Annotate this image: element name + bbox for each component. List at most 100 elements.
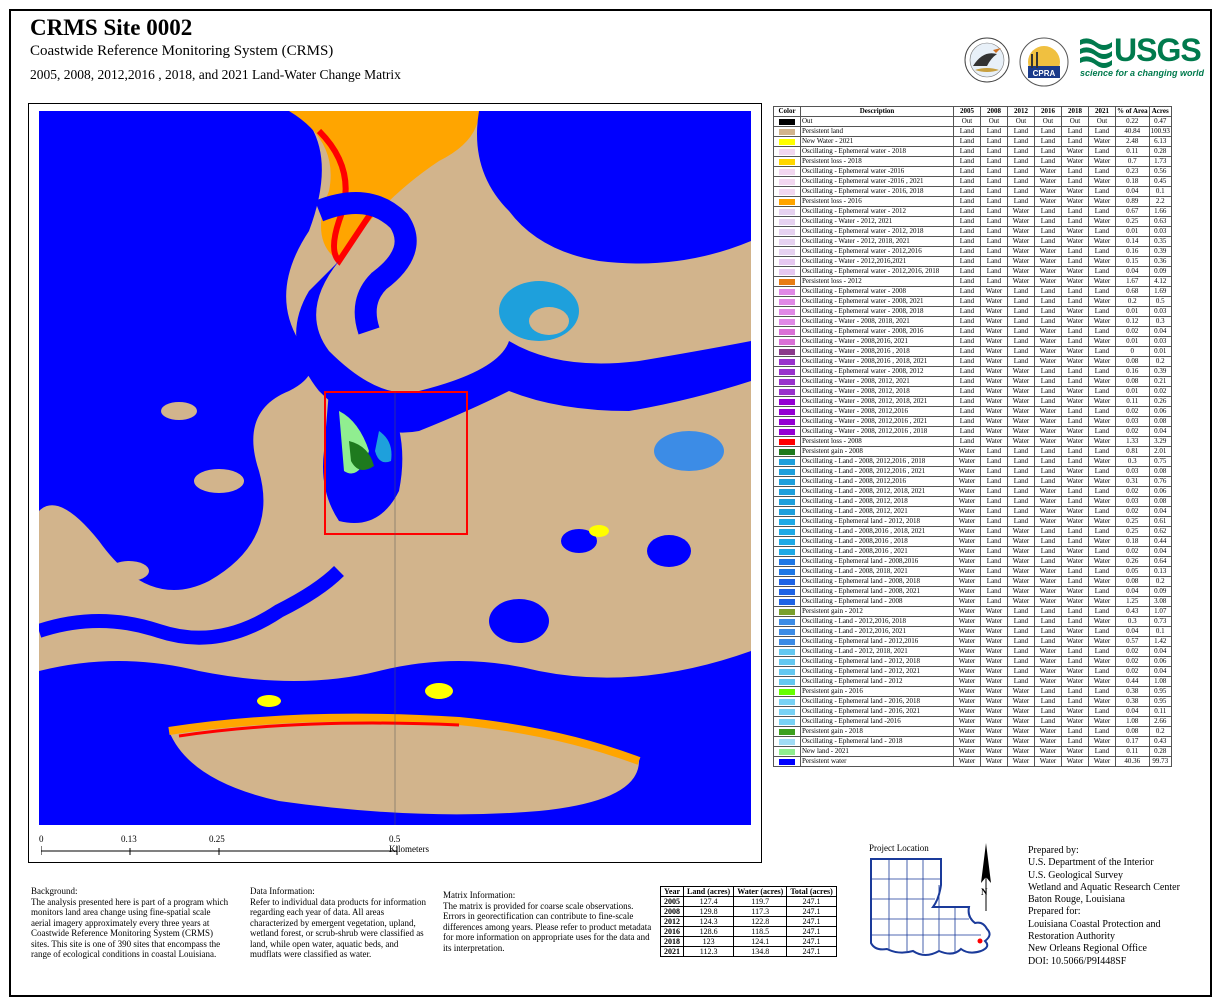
legend-percent-area: 0.02 (1115, 506, 1150, 517)
legend-year-cell: Land (1061, 326, 1089, 337)
legend-color-cell (773, 146, 801, 157)
legend-description: Oscillating - Ephemeral water - 2008, 20… (800, 326, 954, 337)
legend-color-cell (773, 436, 801, 447)
legend-acres: 0.04 (1148, 506, 1172, 517)
legend-acres: 0.2 (1148, 356, 1172, 367)
legend-year-cell: Land (1088, 486, 1116, 497)
legend-acres: 0.47 (1148, 116, 1172, 127)
legend-year-cell: Water (980, 336, 1008, 347)
legend-year-cell: Water (1088, 196, 1116, 207)
legend-year-cell: Land (953, 366, 981, 377)
legend-year-cell: Water (1061, 316, 1089, 327)
legend-year-cell: Water (953, 716, 981, 727)
legend-year-cell: Water (980, 286, 1008, 297)
legend-acres: 1.73 (1148, 156, 1172, 167)
annual-row: 2021 112.3 134.8 247.1 (660, 946, 837, 957)
legend-year-cell: Water (1061, 506, 1089, 517)
legend-year-cell: Land (1007, 476, 1035, 487)
legend-year-cell: Water (1061, 346, 1089, 357)
legend-percent-area: 0.2 (1115, 296, 1150, 307)
legend-description: Oscillating - Ephemeral water - 2012,201… (800, 266, 954, 277)
legend-year-cell: Water (1007, 256, 1035, 267)
legend-color-swatch (779, 728, 795, 735)
legend-year-cell: Water (1034, 416, 1062, 427)
legend-year-cell: Water (953, 756, 981, 767)
legend-color-cell (773, 716, 801, 727)
legend-color-cell (773, 376, 801, 387)
legend-color-swatch (779, 618, 795, 625)
legend-year-cell: Land (1061, 496, 1089, 507)
legend-year-cell: Land (1034, 606, 1062, 617)
legend-year-cell: Water (1088, 656, 1116, 667)
legend-year-cell: Water (980, 746, 1008, 757)
legend-color-cell (773, 396, 801, 407)
legend-row: Persistent gain - 2018 Water Water Water Wat… (773, 726, 1172, 737)
legend-description: Oscillating - Water - 2008, 2012, 2018, … (800, 396, 954, 407)
legend-description: Persistent water (800, 756, 954, 767)
legend-year-cell: Land (1088, 266, 1116, 277)
legend-acres: 0.35 (1148, 236, 1172, 247)
legend-year-cell: Water (953, 586, 981, 597)
legend-year-cell: Water (1088, 236, 1116, 247)
legend-row: Oscillating - Water - 2008, 2012,2016 Lan… (773, 406, 1172, 417)
legend-acres: 0.43 (1148, 736, 1172, 747)
legend-description: Oscillating - Land - 2012,2016, 2021 (800, 626, 954, 637)
legend-year-cell: Water (980, 616, 1008, 627)
legend-year-cell: Land (1088, 506, 1116, 517)
annual-header-cell: Land (acres) (682, 886, 735, 897)
legend-color-cell (773, 506, 801, 517)
legend-year-cell: Water (1007, 396, 1035, 407)
legend-percent-area: 0.67 (1115, 206, 1150, 217)
legend-year-cell: Water (1007, 376, 1035, 387)
legend-acres: 0.04 (1148, 666, 1172, 677)
legend-description: Oscillating - Ephemeral land - 2016, 202… (800, 706, 954, 717)
legend-year-cell: Water (1034, 506, 1062, 517)
legend-year-cell: Water (1088, 476, 1116, 487)
legend-color-swatch (779, 518, 795, 525)
legend-header-cell: 2016 (1034, 106, 1062, 117)
legend-year-cell: Land (980, 206, 1008, 217)
legend-header-row: Color Description 2005 2008 2012 2016 2018 2021… (773, 106, 1172, 117)
cpra-text: CPRA (1033, 69, 1056, 78)
legend-year-cell: Land (953, 286, 981, 297)
legend-year-cell: Land (953, 256, 981, 267)
legend-color-cell (773, 206, 801, 217)
legend-year-cell: Water (1061, 156, 1089, 167)
legend-acres: 0.76 (1148, 476, 1172, 487)
legend-year-cell: Water (1088, 756, 1116, 767)
legend-color-swatch (779, 668, 795, 675)
legend-color-cell (773, 386, 801, 397)
legend-color-cell (773, 326, 801, 337)
legend-description: Oscillating - Ephemeral water - 2012 (800, 206, 954, 217)
legend-year-cell: Land (1061, 136, 1089, 147)
legend-percent-area: 0.17 (1115, 736, 1150, 747)
legend-year-cell: Land (1061, 726, 1089, 737)
legend-year-cell: Land (980, 456, 1008, 467)
legend-description: Oscillating - Ephemeral water - 2008, 20… (800, 296, 954, 307)
legend-row: Oscillating - Land - 2008, 2012, 2018 Wat… (773, 496, 1172, 507)
annual-cell: 124.3 (682, 916, 735, 927)
legend-row: Oscillating - Land - 2008, 2012, 2018, 2… (773, 486, 1172, 497)
legend-year-cell: Land (1088, 446, 1116, 457)
legend-color-cell (773, 426, 801, 437)
scale-label-0: 0 (39, 834, 44, 844)
legend-description: Oscillating - Ephemeral water - 2018 (800, 146, 954, 157)
page-title: CRMS Site 0002 (30, 15, 193, 40)
legend-year-cell: Water (1088, 736, 1116, 747)
legend-color-cell (773, 566, 801, 577)
legend-description: Oscillating - Ephemeral land - 2008, 202… (800, 586, 954, 597)
legend-percent-area: 0.44 (1115, 676, 1150, 687)
legend-year-cell: Water (953, 666, 981, 677)
legend-year-cell: Land (1034, 706, 1062, 717)
prepared-line: Louisiana Coastal Protection and (1028, 918, 1161, 930)
legend-description: Oscillating - Land - 2008,2016 , 2018, 2… (800, 526, 954, 537)
legend-year-cell: Water (980, 686, 1008, 697)
legend-year-cell: Land (980, 486, 1008, 497)
legend-year-cell: Water (1007, 206, 1035, 217)
legend-percent-area: 0.08 (1115, 576, 1150, 587)
legend-year-cell: Land (980, 246, 1008, 257)
legend-percent-area: 0.01 (1115, 336, 1150, 347)
legend-description: Persistent gain - 2018 (800, 726, 954, 737)
legend-percent-area: 0.08 (1115, 356, 1150, 367)
legend-color-swatch (779, 148, 795, 155)
